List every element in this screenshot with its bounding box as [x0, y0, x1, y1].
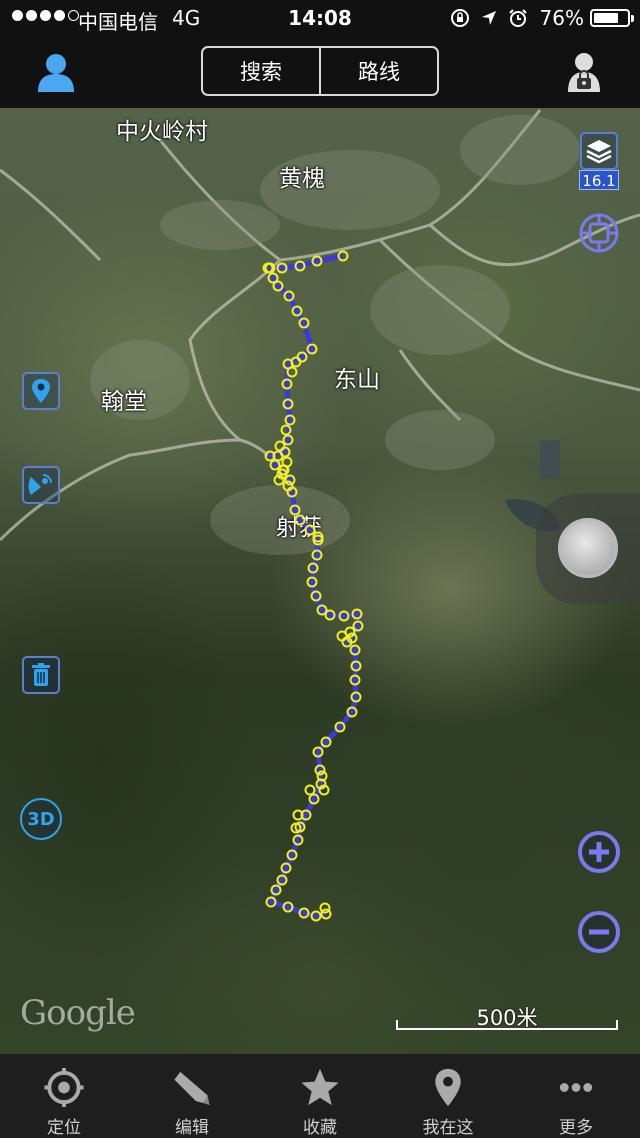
tab-bar: 定位 编辑 收藏 我在这 更多: [0, 1054, 640, 1138]
satellite-button[interactable]: [22, 466, 60, 504]
zoom-in-icon: [578, 831, 620, 873]
layers-icon: [586, 140, 612, 164]
tab-more[interactable]: 更多: [512, 1054, 640, 1138]
locate-icon: [44, 1067, 84, 1108]
tab-label: 更多: [559, 1118, 593, 1138]
tab-favorites[interactable]: 收藏: [256, 1054, 384, 1138]
crosshair-icon: [579, 213, 619, 253]
tab-label: 我在这: [422, 1118, 474, 1138]
location-pin-button[interactable]: [22, 372, 60, 410]
battery-percent: 76%: [539, 6, 584, 30]
track-point: [319, 902, 331, 914]
star-icon: [301, 1068, 339, 1106]
zoom-out-icon: [578, 911, 620, 953]
scale-bar: 500米: [396, 1000, 618, 1030]
more-icon: [559, 1083, 593, 1092]
zoom-level-badge: 16.1: [579, 170, 619, 190]
tab-locate[interactable]: 定位: [0, 1054, 128, 1138]
edit-icon: [174, 1071, 210, 1106]
trash-icon: [32, 663, 50, 686]
tab-edit[interactable]: 编辑: [128, 1054, 256, 1138]
tab-i-am-here[interactable]: 我在这: [384, 1054, 512, 1138]
tab-label: 定位: [47, 1118, 81, 1138]
search-button[interactable]: 搜索: [203, 48, 319, 94]
scale-line: [396, 1020, 618, 1030]
3d-icon: 3D: [27, 808, 55, 830]
map-watermark: Google: [20, 993, 136, 1033]
layers-button[interactable]: [580, 132, 618, 170]
satellite-map[interactable]: 中火岭村 黄槐 东山 翰堂 射获 3D 16.1 Google 500米: [0, 108, 640, 1054]
pin-icon: [435, 1068, 461, 1107]
account-lock-icon[interactable]: [562, 50, 606, 94]
alarm-icon: [509, 9, 527, 27]
trash-button[interactable]: [22, 656, 60, 694]
route-button[interactable]: 路线: [319, 48, 437, 94]
zoom-in-button[interactable]: [577, 830, 621, 878]
zoom-out-button[interactable]: [577, 910, 621, 958]
tab-label: 收藏: [303, 1118, 337, 1138]
joystick[interactable]: [536, 494, 640, 604]
joystick-knob[interactable]: [558, 518, 618, 578]
status-bar: 中国电信 4G 14:08 76%: [0, 0, 640, 36]
nav-bar: 搜索 路线: [0, 36, 640, 108]
crosshair-button[interactable]: [578, 212, 620, 258]
battery-icon: [590, 9, 634, 27]
3d-button[interactable]: 3D: [20, 798, 62, 840]
satellite-icon: [28, 474, 52, 495]
user-icon[interactable]: [34, 50, 78, 94]
tab-label: 编辑: [175, 1118, 209, 1138]
track-point: [274, 440, 286, 452]
rotation-lock-icon: [451, 9, 469, 27]
track-point: [304, 784, 316, 796]
segmented-control: 搜索 路线: [201, 46, 439, 96]
location-arrow-icon: [482, 11, 496, 25]
location-pin-icon: [32, 379, 50, 403]
